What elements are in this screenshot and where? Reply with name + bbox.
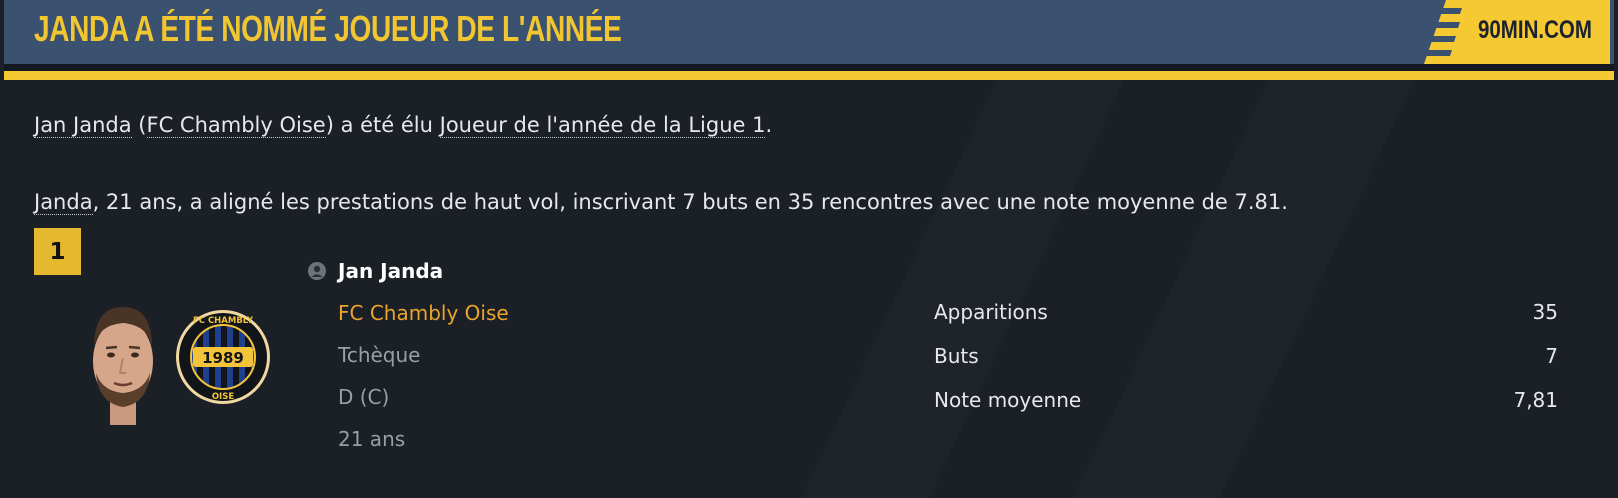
club-link[interactable]: FC Chambly Oise — [146, 113, 326, 138]
person-icon — [308, 262, 326, 280]
stat-label-average-rating: Note moyenne — [934, 388, 1082, 412]
stat-label-goals: Buts — [934, 344, 979, 368]
crest-bottom-text: OISE — [212, 392, 235, 402]
text-end: . — [765, 113, 773, 137]
player-nationality: Tchèque — [338, 343, 421, 367]
header-accent-bar — [4, 71, 1614, 80]
player-name[interactable]: Jan Janda — [338, 259, 443, 283]
background-pattern — [0, 80, 1618, 498]
text-open-paren: ( — [131, 113, 147, 137]
crest-top-text: FC CHAMBLY — [193, 316, 254, 326]
text-middle: ) a été élu — [325, 113, 440, 137]
award-link[interactable]: Joueur de l'année de la Ligue 1 — [439, 113, 766, 138]
player-link-short[interactable]: Janda — [34, 190, 93, 215]
stat-value-appearances: 35 — [1532, 300, 1558, 324]
news-header: JANDA A ÉTÉ NOMMÉ JOUEUR DE L'ANNÉE 90MI… — [4, 0, 1614, 64]
crest-year: 1989 — [202, 349, 244, 367]
article-paragraph-2: Janda, 21 ans, a aligné les prestations … — [34, 190, 1288, 215]
article-paragraph-1: Jan Janda (FC Chambly Oise) a été élu Jo… — [34, 113, 773, 138]
player-club[interactable]: FC Chambly Oise — [338, 301, 509, 325]
player-link[interactable]: Jan Janda — [34, 113, 132, 138]
paragraph-2-text: , 21 ans, a aligné les prestations de ha… — [92, 190, 1288, 214]
stat-label-appearances: Apparitions — [934, 300, 1048, 324]
brand-badge: 90MIN.COM — [1424, 0, 1610, 64]
stat-value-average-rating: 7,81 — [1513, 388, 1558, 412]
club-crest-icon[interactable]: 1989 FC CHAMBLY OISE — [175, 309, 271, 405]
rank-badge: 1 — [34, 228, 81, 275]
player-age: 21 ans — [338, 427, 406, 451]
player-face-image[interactable] — [88, 303, 158, 425]
header-divider — [4, 64, 1614, 71]
news-headline: JANDA A ÉTÉ NOMMÉ JOUEUR DE L'ANNÉE — [34, 8, 622, 49]
brand-name: 90MIN.COM — [1478, 16, 1592, 44]
brand-stripes-icon — [1424, 0, 1484, 64]
stat-value-goals: 7 — [1545, 344, 1558, 368]
player-position: D (C) — [338, 385, 390, 409]
